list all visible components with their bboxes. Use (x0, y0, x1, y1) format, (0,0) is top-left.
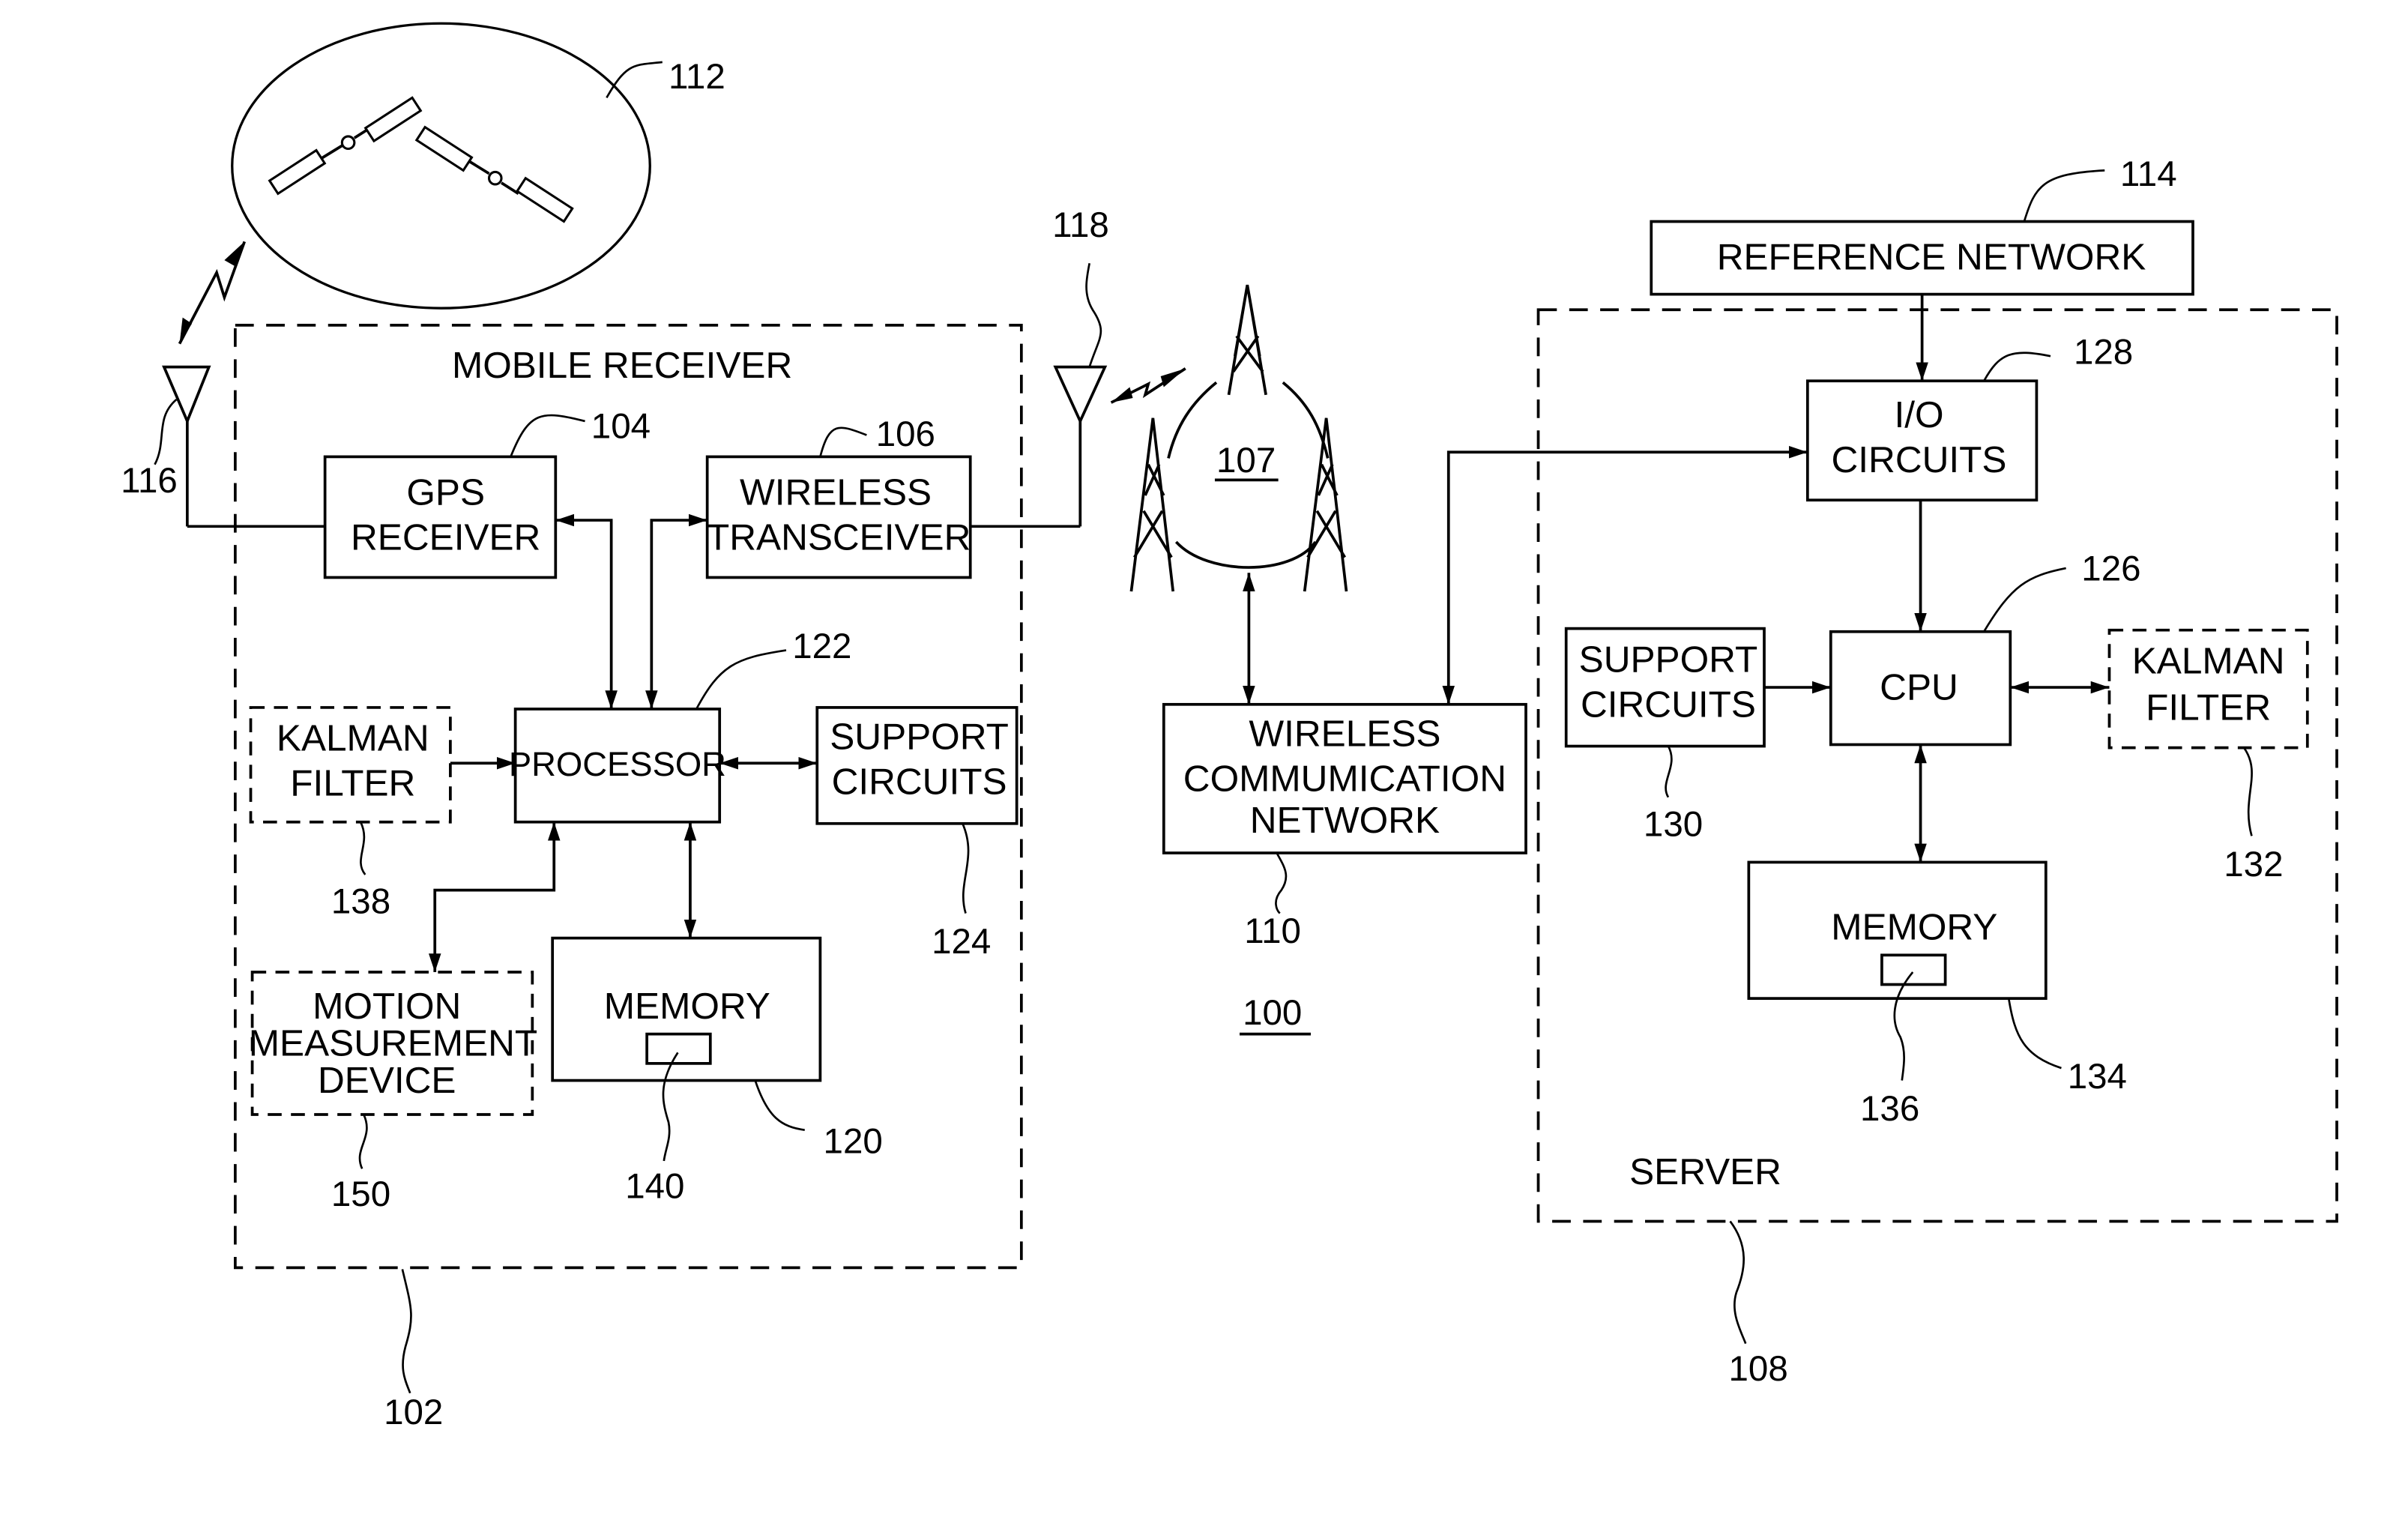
ref-140: 140 (625, 1166, 684, 1206)
memory-block: MEMORY (551, 936, 822, 1082)
wireless-antenna-icon (970, 365, 1108, 528)
leader-line (510, 414, 585, 457)
leader-line (1275, 852, 1288, 914)
connector-arrow (428, 821, 561, 973)
leader-line (606, 61, 663, 99)
leader-line (2023, 169, 2105, 222)
leader-line (695, 649, 787, 710)
leader-line (1665, 745, 1673, 798)
mobile-receiver-title: MOBILE RECEIVER (452, 344, 792, 386)
ref-126: 126 (2081, 549, 2140, 589)
ref-136: 136 (1860, 1089, 1919, 1129)
svg-text:KALMAN: KALMAN (2132, 639, 2285, 681)
svg-text:FILTER: FILTER (2146, 686, 2271, 728)
cell-tower-network: 107 (1129, 284, 1348, 592)
ref-130: 130 (1644, 804, 1703, 844)
svg-text:CIRCUITS: CIRCUITS (1832, 438, 2007, 480)
leader-line (154, 398, 178, 465)
satellite-icon (414, 125, 574, 223)
memory-module (645, 1032, 712, 1065)
system-block-diagram: 112 116 MOBILE RECEIVER 102 GPS RECEIVER… (121, 22, 2338, 1432)
ref-134: 134 (2068, 1057, 2127, 1097)
svg-text:GPS: GPS (406, 471, 485, 513)
server-kalman-filter-block: KALMAN FILTER (2107, 628, 2309, 750)
reference-network-block: REFERENCE NETWORK (1650, 220, 2194, 296)
svg-text:DEVICE: DEVICE (318, 1059, 456, 1101)
leader-line (2243, 747, 2253, 836)
svg-text:PROCESSOR: PROCESSOR (509, 745, 726, 783)
satellite-icon (268, 96, 423, 196)
wireless-transceiver-block: WIRELESS TRANSCEIVER (705, 455, 972, 579)
leader-line (1729, 1220, 1747, 1345)
leader-line (2007, 998, 2062, 1070)
svg-text:SUPPORT: SUPPORT (830, 716, 1009, 758)
svg-text:RECEIVER: RECEIVER (351, 516, 540, 558)
server-memory-module (1880, 953, 1947, 986)
svg-text:MEMORY: MEMORY (1831, 906, 1997, 948)
svg-text:WIRELESS: WIRELESS (1249, 713, 1440, 755)
ref-108: 108 (1729, 1349, 1788, 1389)
svg-text:FILTER: FILTER (290, 762, 415, 804)
svg-text:CIRCUITS: CIRCUITS (832, 761, 1007, 803)
ref-120: 120 (824, 1122, 883, 1162)
server-memory-block: MEMORY (1747, 860, 2048, 1000)
svg-text:MEMORY: MEMORY (604, 985, 770, 1027)
support-circuits-block: SUPPORT CIRCUITS (815, 706, 1019, 825)
ref-100: 100 (1243, 993, 1302, 1033)
svg-text:COMMUMICATION: COMMUMICATION (1183, 757, 1506, 799)
ref-107: 107 (1216, 441, 1276, 480)
leader-line (359, 821, 366, 875)
ref-102: 102 (384, 1393, 443, 1432)
ref-122: 122 (792, 627, 851, 666)
svg-text:I/O: I/O (1894, 393, 1943, 435)
svg-text:CIRCUITS: CIRCUITS (1581, 683, 1756, 725)
svg-text:SUPPORT: SUPPORT (1579, 638, 1758, 680)
leader-line (962, 823, 970, 914)
ref-114: 114 (2120, 154, 2177, 194)
gps-receiver-block: GPS RECEIVER (323, 455, 558, 579)
cpu-block: CPU (1829, 630, 2012, 747)
ref-118: 118 (1052, 205, 1109, 245)
svg-text:REFERENCE NETWORK: REFERENCE NETWORK (1717, 236, 2146, 278)
server-support-circuits-block: SUPPORT CIRCUITS (1564, 627, 1766, 748)
svg-text:MOTION: MOTION (313, 985, 461, 1027)
ref-106: 106 (876, 414, 935, 454)
cell-tower-icon (1303, 417, 1348, 592)
ref-104: 104 (591, 407, 651, 447)
satellite-constellation (231, 22, 651, 310)
cell-tower-icon (1227, 284, 1267, 396)
leader-line (754, 1080, 805, 1131)
ref-138: 138 (331, 882, 390, 922)
ref-132: 132 (2224, 845, 2283, 884)
cell-tower-icon (1129, 417, 1175, 592)
processor-block: PROCESSOR (509, 708, 726, 824)
ref-112: 112 (669, 57, 725, 97)
ref-110: 110 (1244, 911, 1301, 951)
leader-line (358, 1114, 368, 1169)
leader-line (401, 1269, 412, 1394)
svg-text:TRANSCEIVER: TRANSCEIVER (707, 516, 971, 558)
svg-text:MEASUREMENT: MEASUREMENT (249, 1022, 537, 1064)
ref-116: 116 (121, 461, 178, 501)
io-circuits-block: I/O CIRCUITS (1805, 379, 2039, 502)
leader-line (1085, 263, 1102, 368)
leader-line (819, 426, 867, 457)
gps-antenna-icon (162, 365, 325, 528)
leader-line (1983, 567, 2066, 633)
connector-arrow (555, 513, 618, 709)
leader-line (1983, 352, 2051, 381)
wireless-communication-network-block: WIRELESS COMMUMICATION NETWORK (1162, 702, 1527, 854)
svg-text:KALMAN: KALMAN (277, 717, 429, 759)
kalman-filter-block: KALMAN FILTER (249, 706, 452, 824)
ref-150: 150 (331, 1174, 390, 1214)
svg-text:CPU: CPU (1880, 666, 1958, 708)
ref-124: 124 (932, 922, 991, 962)
ref-128: 128 (2074, 333, 2133, 373)
svg-text:NETWORK: NETWORK (1250, 799, 1440, 841)
wireless-signal-link (1110, 367, 1186, 404)
svg-text:WIRELESS: WIRELESS (740, 471, 932, 513)
connector-arrow (645, 513, 707, 709)
server-title: SERVER (1629, 1150, 1781, 1192)
motion-measurement-device-block: MOTION MEASUREMENT DEVICE (249, 971, 537, 1116)
